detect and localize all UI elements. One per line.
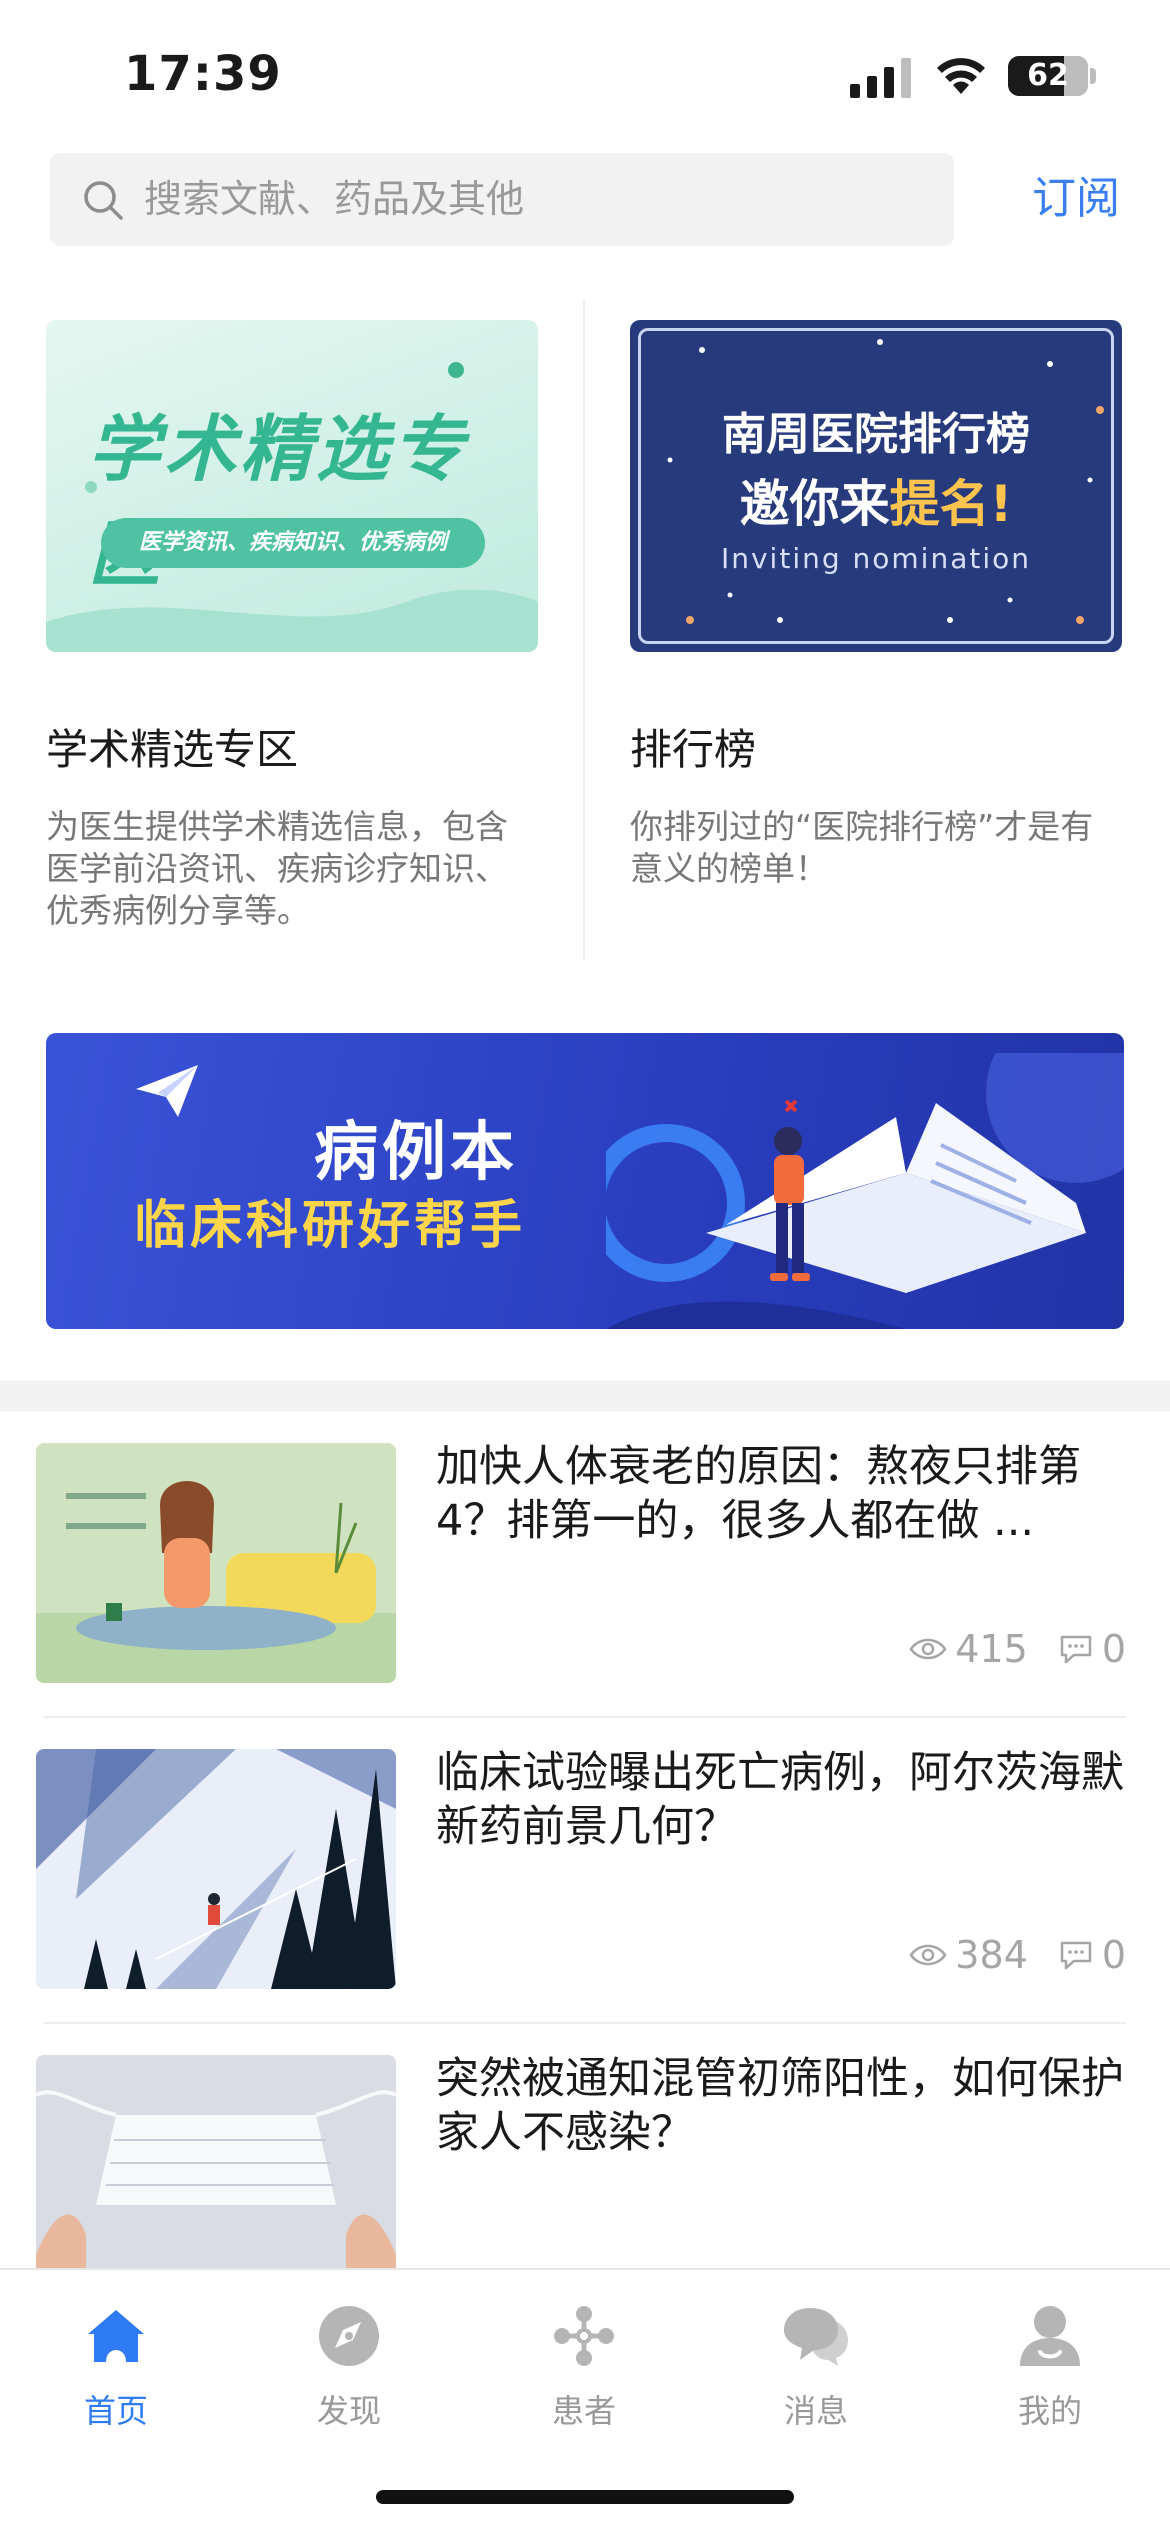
vertical-divider xyxy=(583,300,585,960)
wave-decoration xyxy=(46,589,538,652)
comment-icon xyxy=(1060,1941,1092,1970)
article-stats: 384 0 xyxy=(909,1930,1126,1980)
feature-card-ranking[interactable]: 南周医院排行榜 邀你来提名! Inviting nomination 排行榜 你… xyxy=(630,320,1122,890)
tab-label: 发现 xyxy=(316,2392,381,2430)
paper-plane-icon xyxy=(136,1065,198,1117)
tab-label: 首页 xyxy=(83,2392,148,2430)
tab-messages[interactable]: 消息 xyxy=(736,2300,896,2432)
home-icon xyxy=(88,2310,144,2362)
open-book-illustration xyxy=(606,1053,1124,1329)
subscribe-button[interactable]: 订阅 xyxy=(1032,168,1120,230)
tab-home[interactable]: 首页 xyxy=(36,2300,196,2432)
banner-subtitle: 临床科研好帮手 xyxy=(134,1196,527,1256)
battery-level: 62 xyxy=(1027,58,1069,93)
view-count: 415 xyxy=(909,1627,1028,1671)
ranking-image[interactable]: 南周医院排行榜 邀你来提名! Inviting nomination xyxy=(630,320,1122,652)
status-time: 17:39 xyxy=(124,46,282,102)
status-bar: 17:39 62 xyxy=(0,0,1170,140)
article-title[interactable]: 突然被通知混管初筛阳性，如何保护家人不感染？ xyxy=(436,2052,1126,2160)
article-title[interactable]: 临床试验曝出死亡病例，阿尔茨海默新药前景几何？ xyxy=(436,1746,1126,1854)
tab-label: 患者 xyxy=(551,2392,616,2430)
eye-icon xyxy=(909,1638,947,1660)
section-separator xyxy=(0,1381,1170,1411)
article-stats: 415 0 xyxy=(909,1624,1126,1674)
article-thumbnail[interactable] xyxy=(36,1443,396,1683)
academic-zone-image[interactable]: 学术精选专区 医学资讯、疾病知识、优秀病例 xyxy=(46,320,538,652)
tab-label: 我的 xyxy=(1017,2392,1082,2430)
battery-icon: 62 xyxy=(1008,56,1088,96)
ranking-image-line2: 邀你来提名! xyxy=(739,475,1013,533)
article-item[interactable]: 加快人体衰老的原因：熬夜只排第4？排第一的，很多人都在做 ... 415 0 xyxy=(36,1412,1126,1718)
cellular-signal-icon xyxy=(850,58,911,98)
case-book-banner[interactable]: 病例本 临床科研好帮手 xyxy=(46,1033,1124,1329)
tab-label: 消息 xyxy=(783,2392,848,2430)
view-count: 384 xyxy=(909,1933,1028,1977)
banner-title: 病例本 xyxy=(314,1116,518,1190)
article-item[interactable]: 临床试验曝出死亡病例，阿尔茨海默新药前景几何？ 384 0 xyxy=(36,1718,1126,2024)
article-title[interactable]: 加快人体衰老的原因：熬夜只排第4？排第一的，很多人都在做 ... xyxy=(436,1440,1126,1548)
feature-title: 排行榜 xyxy=(630,725,757,774)
tab-profile[interactable]: 我的 xyxy=(970,2300,1130,2432)
home-indicator[interactable] xyxy=(376,2490,794,2504)
compass-icon xyxy=(319,2306,379,2366)
eye-icon xyxy=(909,1944,947,1966)
profile-icon xyxy=(1020,2306,1080,2366)
patients-network-icon xyxy=(554,2306,614,2366)
search-icon xyxy=(84,181,123,220)
academic-image-tagline: 医学资讯、疾病知识、优秀病例 xyxy=(101,518,485,568)
wifi-icon xyxy=(937,58,985,94)
feature-description: 为医生提供学术精选信息，包含医学前沿资讯、疾病诊疗知识、优秀病例分享等。 xyxy=(46,807,508,930)
comment-icon xyxy=(1060,1635,1092,1664)
tab-discover[interactable]: 发现 xyxy=(269,2300,429,2432)
ranking-image-line3: Inviting nomination xyxy=(720,542,1031,575)
feature-card-academic[interactable]: 学术精选专区 医学资讯、疾病知识、优秀病例 学术精选专区 为医生提供学术精选信息… xyxy=(46,320,538,932)
decor-dot-icon xyxy=(85,481,97,493)
article-thumbnail[interactable] xyxy=(36,1749,396,1989)
comment-count: 0 xyxy=(1058,1627,1126,1671)
decor-dot-icon xyxy=(448,362,464,378)
search-placeholder: 搜索文献、药品及其他 xyxy=(144,177,525,221)
article-thumbnail[interactable] xyxy=(36,2055,396,2295)
chat-bubbles-icon xyxy=(784,2308,848,2366)
ranking-image-line1: 南周医院排行榜 xyxy=(722,409,1030,460)
comment-count: 0 xyxy=(1058,1933,1126,1977)
feature-description: 你排列过的“医院排行榜”才是有意义的榜单！ xyxy=(630,807,1094,888)
search-input[interactable]: 搜索文献、药品及其他 xyxy=(50,153,954,246)
feature-title: 学术精选专区 xyxy=(46,725,299,774)
tab-patients[interactable]: 患者 xyxy=(504,2300,664,2432)
